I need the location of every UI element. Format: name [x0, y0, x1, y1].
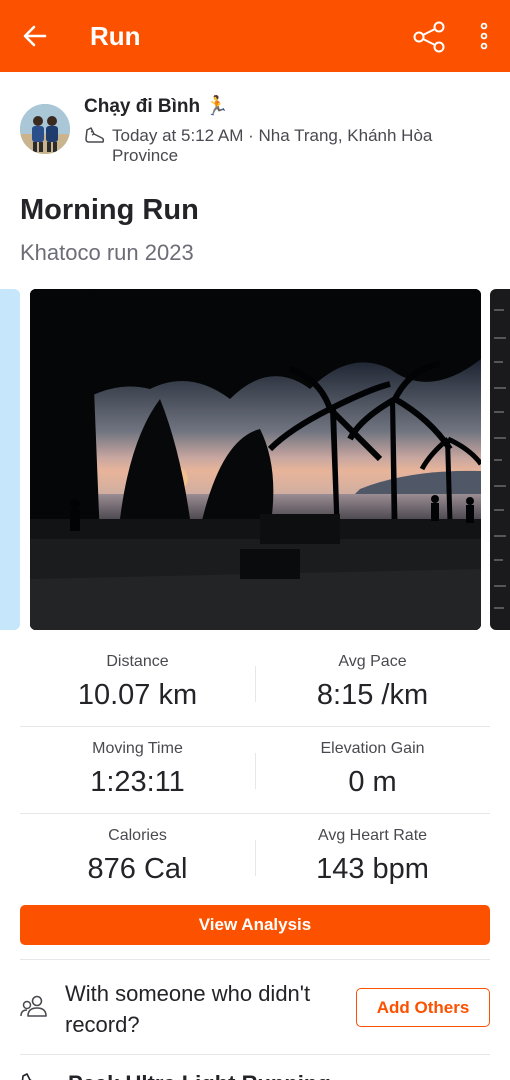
people-icon	[20, 995, 47, 1017]
more-button[interactable]	[470, 18, 498, 54]
stat-label: Moving Time	[92, 740, 183, 757]
stats-row: Moving Time 1:23:11 Elevation Gain 0 m	[20, 727, 490, 814]
page-title: Run	[90, 20, 141, 51]
stats-row: Calories 876 Cal Avg Heart Rate 143 bpm	[20, 814, 490, 901]
activity-meta: Today at 5:12 AM · Nha Trang, Khánh Hòa …	[84, 126, 484, 166]
stat-moving-time: Moving Time 1:23:11	[20, 727, 255, 799]
back-arrow-icon	[23, 25, 47, 47]
stat-value: 876 Cal	[87, 853, 188, 885]
route-map-preview[interactable]	[0, 289, 20, 630]
stat-elevation-gain: Elevation Gain 0 m	[255, 727, 490, 799]
athlete-name[interactable]: Chạy đi Bình 🏃	[84, 94, 229, 118]
shoe-icon	[21, 1073, 32, 1080]
next-media-preview[interactable]	[490, 289, 510, 630]
stat-avg-heart-rate: Avg Heart Rate 143 bpm	[255, 814, 490, 886]
athlete-header: Chạy đi Bình 🏃 Today at 5:12 AM · Nha Tr…	[20, 92, 490, 172]
add-others-row: With someone who didn't record? Add Othe…	[20, 976, 490, 1040]
app-bar: Run	[0, 0, 510, 72]
gear-row[interactable]: Peak Ultra Light Running	[20, 1068, 490, 1080]
stats-grid: Distance 10.07 km Avg Pace 8:15 /km Movi…	[20, 640, 490, 901]
stat-value: 10.07 km	[77, 679, 198, 711]
stat-label: Avg Heart Rate	[317, 827, 428, 844]
with-someone-text: With someone who didn't record?	[65, 981, 311, 1037]
more-vertical-icon	[480, 22, 488, 50]
share-icon	[413, 21, 445, 53]
stat-distance: Distance 10.07 km	[20, 640, 255, 712]
activity-title: Morning Run	[20, 194, 199, 226]
stat-label: Distance	[106, 653, 169, 670]
stat-value: 8:15 /km	[316, 679, 429, 711]
avatar[interactable]	[20, 104, 70, 154]
share-button[interactable]	[412, 20, 446, 54]
stat-label: Calories	[108, 827, 167, 844]
divider	[20, 1054, 490, 1055]
shoe-icon	[85, 127, 105, 143]
stat-value: 143 bpm	[316, 853, 429, 885]
back-button[interactable]	[0, 0, 70, 72]
stat-avg-pace: Avg Pace 8:15 /km	[255, 640, 490, 712]
media-carousel[interactable]	[0, 289, 510, 630]
add-others-button[interactable]: Add Others	[356, 988, 490, 1027]
stat-calories: Calories 876 Cal	[20, 814, 255, 886]
gear-label: Peak Ultra Light Running	[68, 1071, 331, 1080]
stat-value: 0 m	[348, 766, 397, 798]
stat-value: 1:23:11	[90, 766, 185, 798]
activity-photo[interactable]	[30, 289, 481, 630]
divider	[20, 959, 490, 960]
activity-time-location: Today at 5:12 AM · Nha Trang, Khánh Hòa …	[112, 126, 433, 165]
stat-label: Avg Pace	[338, 653, 407, 670]
view-analysis-button[interactable]: View Analysis	[20, 905, 490, 945]
stat-label: Elevation Gain	[320, 740, 425, 757]
stats-row: Distance 10.07 km Avg Pace 8:15 /km	[20, 640, 490, 727]
activity-description: Khatoco run 2023	[20, 240, 194, 265]
